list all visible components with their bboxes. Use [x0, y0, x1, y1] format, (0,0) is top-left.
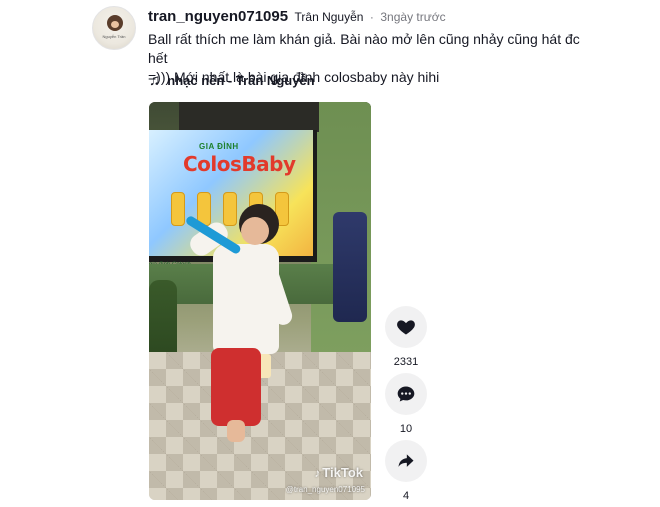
kid-face [241, 217, 269, 245]
share-action: 4 [385, 440, 427, 502]
author-avatar[interactable]: Nguyễn Trân [92, 6, 136, 50]
share-count: 4 [402, 490, 410, 502]
comment-button[interactable] [385, 373, 427, 415]
share-arrow-icon [398, 454, 414, 467]
video-tv-shelf [179, 102, 319, 132]
tiktok-logo-icon: ♪ [314, 466, 321, 480]
comment-count: 10 [399, 423, 413, 435]
like-action: 2331 [385, 306, 427, 368]
avatar-caption: Nguyễn Trân [102, 34, 126, 39]
tv-bottle [223, 192, 237, 226]
music-link[interactable]: ♫ nhạc nền - Trân Nguyễn [149, 72, 315, 89]
tiktok-watermark-text: TikTok [322, 465, 363, 480]
post-time: 3ngày trước [380, 10, 446, 24]
video-player[interactable]: GIA ĐÌNH ColosBaby gia đình Colosb ♪TikT… [149, 102, 371, 500]
heart-icon [397, 320, 415, 335]
kid-pants [211, 348, 261, 426]
tv-brand: ColosBaby [183, 152, 296, 176]
separator-dot: · [369, 10, 374, 24]
video-bag [333, 212, 367, 322]
like-button[interactable] [385, 306, 427, 348]
tv-bottle [171, 192, 185, 226]
share-button[interactable] [385, 440, 427, 482]
like-count: 2331 [393, 356, 419, 368]
music-label: nhạc nền - Trân Nguyễn [167, 73, 315, 88]
comment-action: 10 [385, 373, 427, 435]
kid-leg [227, 420, 245, 442]
author-username[interactable]: tran_nguyen071095 [148, 8, 288, 25]
author-nickname: Trân Nguyễn [294, 10, 364, 24]
tiktok-watermark-handle: @tran_nguyen071095 [285, 485, 365, 494]
music-note-icon: ♫ [149, 72, 161, 89]
avatar-face [107, 15, 123, 31]
tiktok-watermark: ♪ TikTok [314, 465, 363, 480]
comment-icon [397, 386, 415, 402]
post-header: tran_nguyen071095 Trân Nguyễn · 3ngày tr… [148, 8, 446, 26]
tv-brand-small: GIA ĐÌNH [199, 142, 239, 151]
